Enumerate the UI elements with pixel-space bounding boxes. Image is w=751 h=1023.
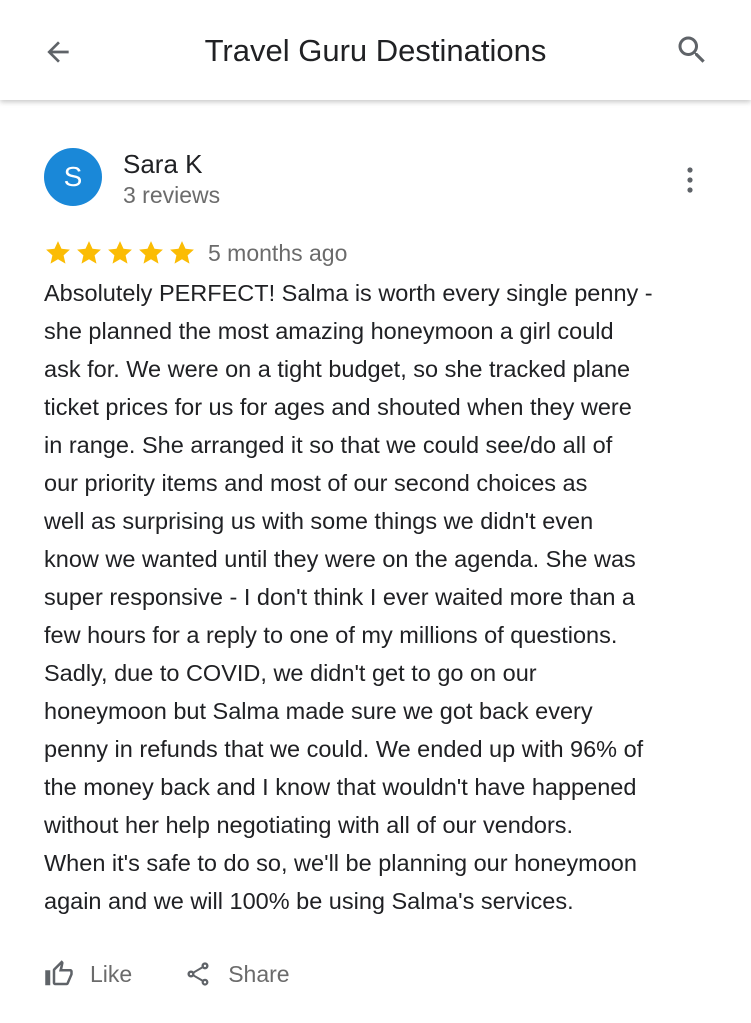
more-vert-icon xyxy=(687,167,693,193)
share-icon xyxy=(187,962,209,986)
author-reviews-count: 3 reviews xyxy=(123,182,221,208)
page-title: Travel Guru Destinations xyxy=(204,33,547,68)
avatar[interactable]: S xyxy=(44,148,102,206)
app-bar: Travel Guru Destinations xyxy=(0,0,751,100)
star-icon xyxy=(108,241,132,264)
like-label: Like xyxy=(90,960,133,987)
star-icon xyxy=(170,241,194,264)
like-button[interactable]: Like xyxy=(44,959,132,989)
search-button[interactable] xyxy=(670,28,714,72)
author-name[interactable]: Sara K xyxy=(123,148,203,180)
share-label: Share xyxy=(228,960,290,987)
review-date: 5 months ago xyxy=(208,240,348,266)
share-button[interactable]: Share xyxy=(184,960,290,988)
star-rating xyxy=(44,239,196,267)
star-icon xyxy=(46,241,70,264)
star-icon xyxy=(139,241,163,264)
search-icon xyxy=(678,36,705,63)
review-text: Absolutely PERFECT! Salma is worth every… xyxy=(44,280,653,914)
review-actions: Like Share xyxy=(44,956,290,992)
star-icon xyxy=(77,241,101,264)
more-options-button[interactable] xyxy=(672,162,708,198)
rating-row: 5 months ago xyxy=(44,236,347,270)
thumb-up-icon xyxy=(45,960,73,986)
